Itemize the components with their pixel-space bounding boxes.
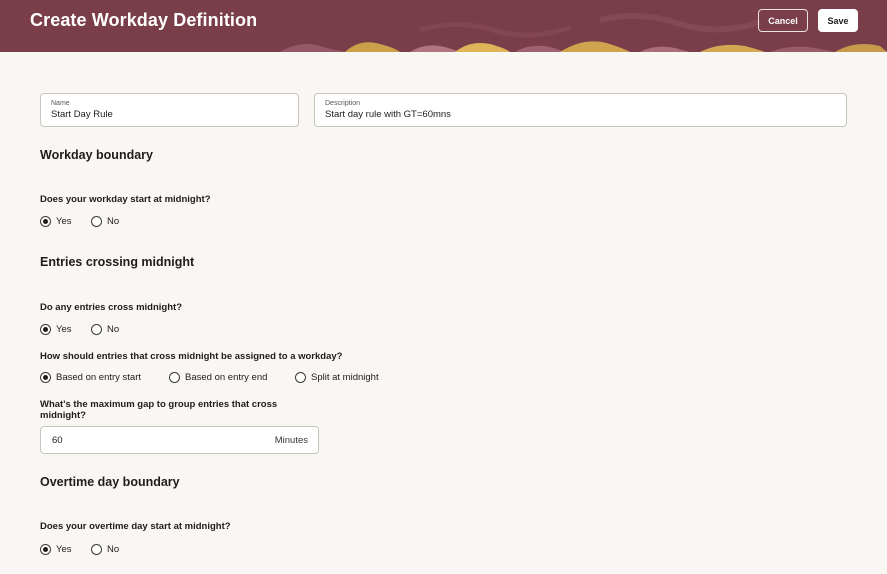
assign-entry-end-radio[interactable]: Based on entry end [169, 372, 267, 383]
description-field[interactable]: Description Start day rule with GT=60mns [314, 93, 847, 127]
description-label: Description [325, 100, 361, 107]
name-label: Name [51, 100, 70, 107]
assign-split-midnight-radio[interactable]: Split at midnight [295, 372, 379, 383]
workday-midnight-yes-radio[interactable]: Yes [40, 216, 72, 227]
overtime-midnight-no-radio[interactable]: No [91, 544, 119, 555]
save-button[interactable]: Save [818, 9, 858, 32]
cross-midnight-no-radio[interactable]: No [91, 324, 119, 335]
workday-midnight-question: Does your workday start at midnight? [40, 194, 211, 205]
max-gap-input[interactable]: 60 Minutes [40, 426, 319, 454]
radio-label: No [107, 324, 120, 335]
max-gap-question-line1: What's the maximum gap to group entries … [40, 399, 278, 410]
radio-unselected-icon [91, 324, 102, 335]
radio-label: Yes [56, 324, 72, 335]
radio-selected-icon [40, 216, 51, 227]
radio-label: No [107, 216, 120, 227]
entries-crossing-heading: Entries crossing midnight [40, 255, 195, 269]
workday-midnight-no-radio[interactable]: No [91, 216, 119, 227]
radio-unselected-icon [91, 544, 102, 555]
page-header: Create Workday Definition Cancel Save [0, 0, 887, 52]
overtime-midnight-question: Does your overtime day start at midnight… [40, 521, 231, 532]
radio-label: Based on entry end [185, 372, 268, 383]
max-gap-question: What's the maximum gap to group entries … [40, 399, 277, 421]
cross-midnight-yes-radio[interactable]: Yes [40, 324, 72, 335]
radio-unselected-icon [91, 216, 102, 227]
radio-unselected-icon [169, 372, 180, 383]
radio-label: No [107, 544, 120, 555]
radio-selected-icon [40, 372, 51, 383]
page-title: Create Workday Definition [30, 10, 258, 30]
cross-midnight-question: Do any entries cross midnight? [40, 302, 182, 313]
radio-unselected-icon [295, 372, 306, 383]
description-value: Start day rule with GT=60mns [325, 109, 451, 120]
radio-label: Split at midnight [311, 372, 379, 383]
overtime-midnight-yes-radio[interactable]: Yes [40, 544, 72, 555]
radio-label: Yes [56, 216, 72, 227]
max-gap-unit: Minutes [274, 435, 308, 446]
max-gap-question-line2: midnight? [40, 410, 86, 421]
radio-label: Yes [56, 544, 72, 555]
name-field[interactable]: Name Start Day Rule [40, 93, 299, 127]
radio-selected-icon [40, 544, 51, 555]
assign-entry-start-radio[interactable]: Based on entry start [40, 372, 141, 383]
assign-workday-question: How should entries that cross midnight b… [40, 351, 343, 362]
name-value: Start Day Rule [51, 109, 113, 120]
radio-label: Based on entry start [56, 372, 142, 383]
max-gap-value: 60 [52, 435, 63, 446]
workday-boundary-heading: Workday boundary [40, 148, 153, 162]
radio-selected-icon [40, 324, 51, 335]
overtime-boundary-heading: Overtime day boundary [40, 475, 180, 489]
cancel-button[interactable]: Cancel [758, 9, 808, 32]
